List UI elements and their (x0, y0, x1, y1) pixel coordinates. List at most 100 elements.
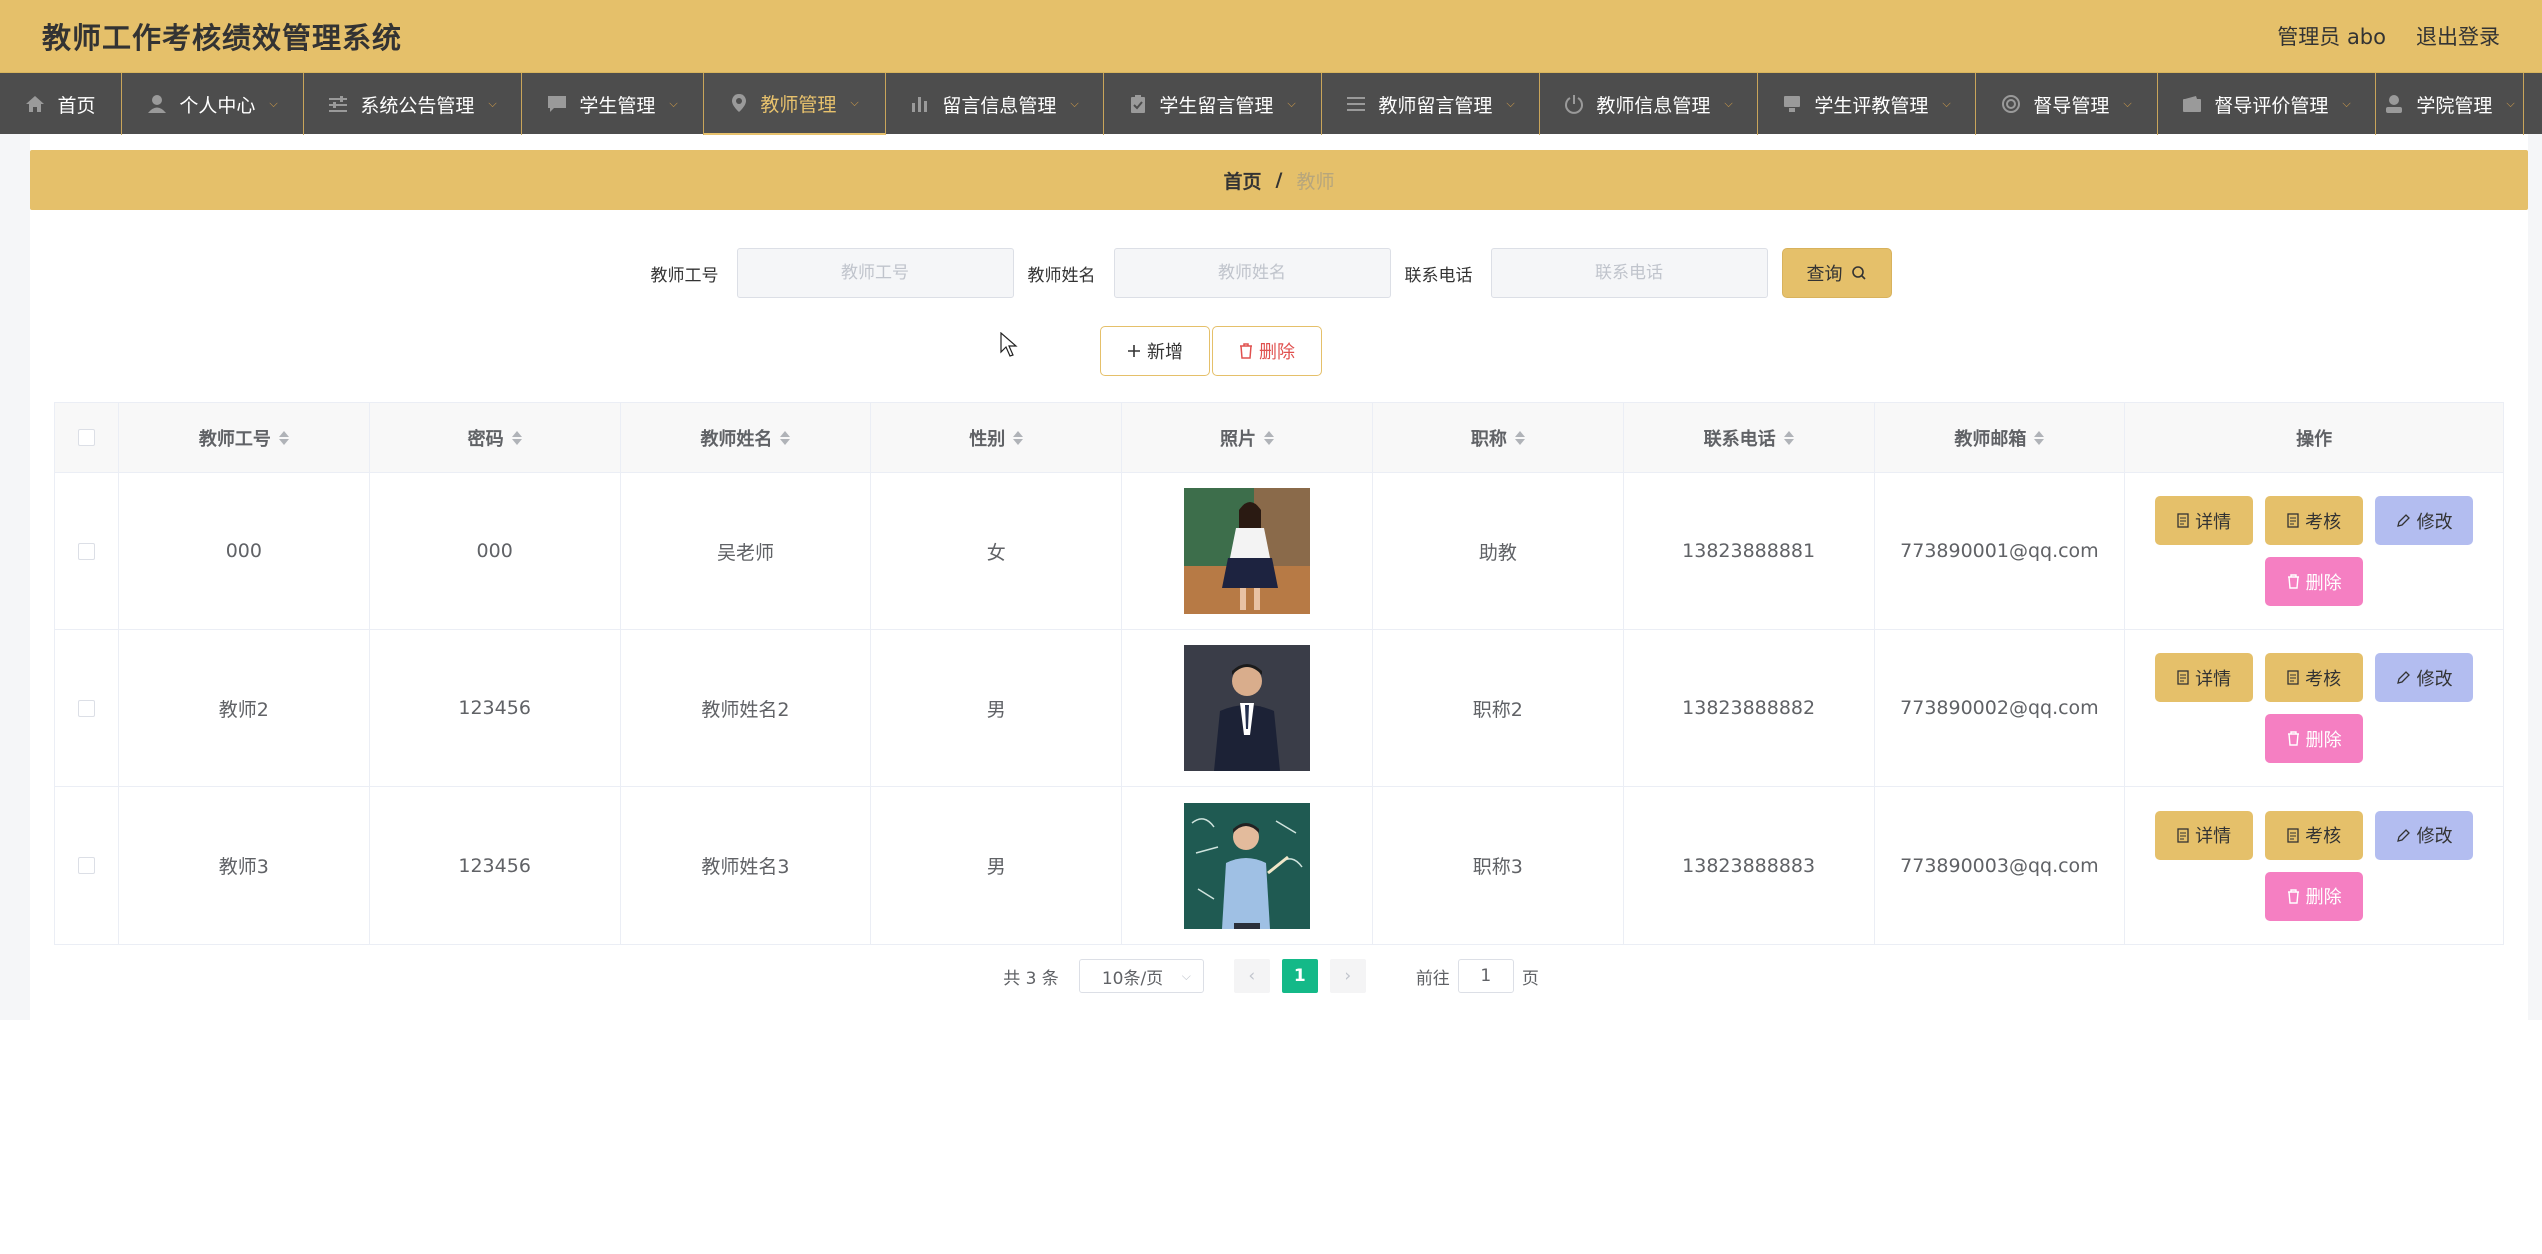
logout-link[interactable]: 退出登录 (2416, 21, 2500, 51)
row-checkbox[interactable] (77, 542, 95, 560)
cell-gender: 女 (871, 473, 1123, 629)
row-checkbox[interactable] (77, 699, 95, 717)
nav-item-teachers[interactable]: 教师管理 ⌵ (704, 73, 886, 135)
teacher-photo[interactable] (1184, 645, 1311, 771)
phone-input[interactable] (1490, 248, 1768, 298)
header-teacher-id[interactable]: 教师工号 (119, 403, 370, 472)
teacher-photo[interactable] (1184, 488, 1311, 614)
nav-label: 督导管理 (2033, 94, 2110, 117)
delete-button[interactable]: 删除 (2265, 871, 2364, 921)
review-label: 考核 (2305, 511, 2342, 532)
query-button[interactable]: 查询 (1781, 248, 1892, 298)
chevron-down-icon: ⌵ (2506, 97, 2515, 110)
cell-password: 123456 (370, 630, 621, 786)
delete-button[interactable]: 删除 (2265, 557, 2364, 606)
page-size-select[interactable]: 10条/页 ⌵ (1078, 959, 1204, 993)
header-teacher-name[interactable]: 教师姓名 (621, 403, 872, 472)
row-checkbox[interactable] (77, 857, 95, 874)
nav-item-home[interactable]: 首页 (0, 73, 122, 135)
review-button[interactable]: 考核 (2265, 496, 2364, 545)
nav-label: 学生管理 (579, 94, 656, 117)
nav-item-supervisor-evaluation[interactable]: 督导评价管理 ⌵ (2158, 73, 2376, 135)
prev-page-button[interactable]: ‹ (1233, 959, 1270, 993)
detail-button[interactable]: 详情 (2155, 653, 2254, 702)
breadcrumb-home[interactable]: 首页 (1224, 167, 1262, 194)
sort-icon[interactable] (1783, 430, 1794, 445)
cell-operations: 详情 考核 修改 删除 (2125, 473, 2503, 629)
chat-icon (548, 96, 567, 112)
edit-label: 修改 (2416, 511, 2453, 532)
cell-operations: 详情 考核 修改 删除 (2125, 630, 2503, 786)
table-row: 000 000 吴老师 女 助教 13823888881 773890001@q… (55, 473, 2503, 630)
nav-item-students[interactable]: 学生管理 ⌵ (522, 73, 704, 135)
delete-label: 删除 (2305, 887, 2342, 907)
sort-icon[interactable] (1264, 430, 1275, 445)
nav-label: 教师管理 (760, 93, 837, 116)
header-password[interactable]: 密码 (370, 403, 621, 472)
nav-item-personal-center[interactable]: 个人中心 ⌵ (122, 73, 304, 135)
nav-item-announcement[interactable]: 系统公告管理 ⌵ (304, 73, 522, 135)
sort-icon[interactable] (1013, 430, 1024, 445)
chevron-down-icon: ⌵ (1942, 97, 1951, 110)
row-checkbox-cell (55, 787, 119, 944)
trash-icon (2287, 574, 2299, 589)
nav-item-messages[interactable]: 留言信息管理 ⌵ (886, 73, 1104, 135)
sort-icon[interactable] (511, 430, 522, 445)
pencil-icon (2396, 828, 2410, 842)
batch-delete-button[interactable]: 删除 (1212, 326, 1322, 376)
header-gender[interactable]: 性别 (871, 403, 1123, 472)
sort-icon[interactable] (780, 430, 791, 445)
select-all-checkbox[interactable] (77, 429, 95, 446)
chevron-down-icon: ⌵ (1070, 97, 1079, 110)
edit-button[interactable]: 修改 (2375, 496, 2474, 545)
nav-item-teacher-info[interactable]: 教师信息管理 ⌵ (1540, 73, 1758, 135)
cell-title: 职称2 (1373, 630, 1624, 786)
detail-label: 详情 (2195, 668, 2232, 689)
sort-icon[interactable] (278, 430, 289, 445)
mouse-cursor-icon (1000, 332, 1018, 357)
edit-button[interactable]: 修改 (2375, 653, 2474, 702)
header-phone[interactable]: 联系电话 (1624, 403, 1875, 472)
header-email[interactable]: 教师邮箱 (1875, 403, 2126, 472)
search-icon (1851, 266, 1866, 280)
review-label: 考核 (2305, 826, 2342, 846)
teacher-id-input[interactable] (736, 248, 1014, 298)
monitor-icon (1784, 96, 1801, 112)
cell-teacher-id: 000 (119, 473, 370, 629)
nav-item-teacher-messages[interactable]: 教师留言管理 ⌵ (1322, 73, 1540, 135)
nav-item-student-messages[interactable]: 学生留言管理 ⌵ (1104, 73, 1322, 135)
edit-label: 修改 (2416, 668, 2453, 689)
page-number-current[interactable]: 1 (1281, 959, 1318, 993)
edit-button[interactable]: 修改 (2375, 810, 2474, 860)
nav-item-supervisors[interactable]: 督导管理 ⌵ (1976, 73, 2158, 135)
add-button[interactable]: 新增 (1100, 326, 1210, 376)
detail-button[interactable]: 详情 (2155, 810, 2254, 860)
teacher-name-input[interactable] (1113, 248, 1391, 298)
admin-label[interactable]: 管理员 abo (2277, 21, 2386, 51)
column-label: 照片 (1220, 428, 1257, 450)
chevron-down-icon: ⌵ (669, 97, 678, 110)
chevron-down-icon: ⌵ (2342, 97, 2351, 110)
nav-item-student-evaluation[interactable]: 学生评教管理 ⌵ (1758, 73, 1976, 135)
goto-page-input[interactable] (1457, 959, 1514, 993)
teacher-table: 教师工号 密码 教师姓名 性别 照片 职称 联系电话 教师邮箱 操作 000 0… (54, 402, 2504, 945)
breadcrumb-current: 教师 (1296, 170, 1335, 193)
header-photo[interactable]: 照片 (1122, 403, 1373, 472)
pagination: 共 3 条 10条/页 ⌵ ‹ 1 › 前往 页 (0, 959, 2542, 993)
review-button[interactable]: 考核 (2265, 810, 2364, 860)
next-page-button[interactable]: › (1329, 959, 1366, 993)
sort-icon[interactable] (1514, 430, 1525, 445)
delete-label: 删除 (2305, 572, 2342, 593)
delete-button[interactable]: 删除 (2265, 714, 2364, 763)
menu-icon (1347, 97, 1366, 111)
detail-button[interactable]: 详情 (2155, 496, 2254, 545)
nav-label: 教师留言管理 (1378, 94, 1493, 117)
header-title[interactable]: 职称 (1373, 403, 1624, 472)
cell-teacher-name: 教师姓名2 (621, 630, 872, 786)
sort-icon[interactable] (2034, 430, 2045, 445)
teacher-photo[interactable] (1184, 802, 1311, 929)
nav-label: 督导评价管理 (2214, 94, 2329, 117)
nav-item-colleges[interactable]: 学院管理 ⌵ (2376, 73, 2524, 135)
review-button[interactable]: 考核 (2265, 653, 2364, 702)
chevron-down-icon: ⌵ (1181, 968, 1191, 983)
